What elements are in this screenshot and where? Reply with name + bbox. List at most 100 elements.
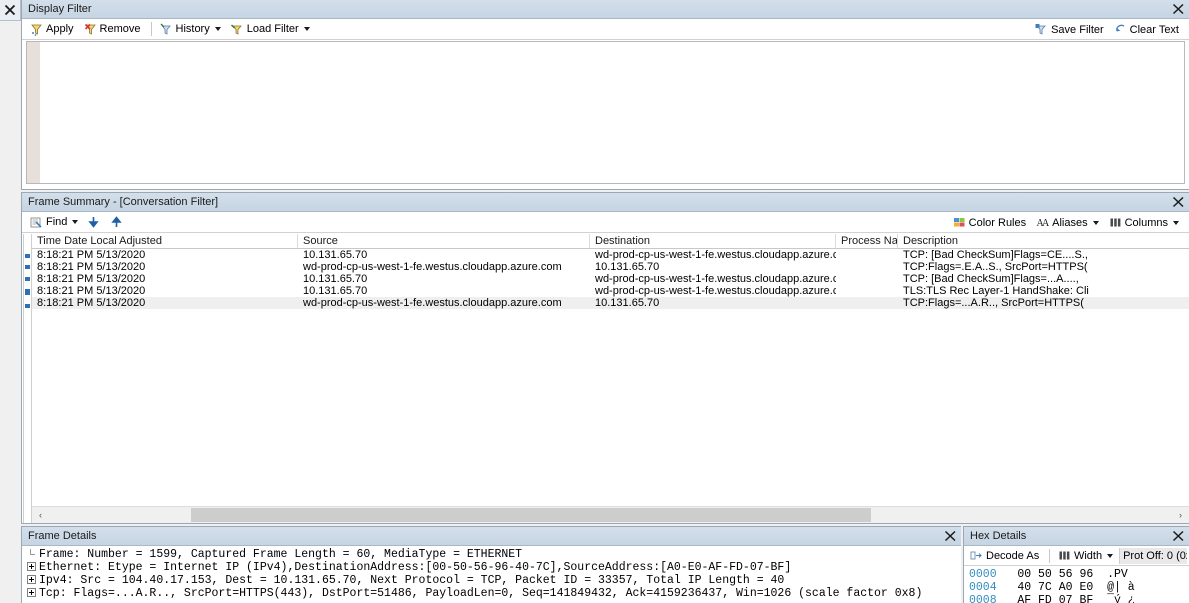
decode-as-button[interactable]: Decode As (966, 547, 1045, 564)
clear-text-button[interactable]: Clear Text (1110, 21, 1185, 38)
aliases-button[interactable]: A A Aliases (1032, 214, 1104, 231)
find-icon (30, 216, 43, 229)
width-button[interactable]: Width (1054, 547, 1119, 564)
close-icon (4, 4, 16, 16)
frame-summary-grid: Time Date Local Adjusted Source Destinat… (22, 234, 1189, 523)
cell-source: wd-prod-cp-us-west-1-fe.westus.cloudapp.… (303, 297, 562, 309)
svg-text:A: A (1042, 218, 1049, 229)
cell-destination: wd-prod-cp-us-west-1-fe.westus.cloudapp.… (595, 285, 836, 297)
tree-row[interactable]: Ethernet: Etype = Internet IP (IPv4),Des… (23, 561, 960, 574)
message-analyzer-window: Display Filter Apply Remove History Load… (0, 0, 1189, 603)
save-filter-button[interactable]: Save Filter (1031, 21, 1110, 38)
scroll-thumb[interactable] (191, 508, 871, 522)
apply-filter-button[interactable]: Apply (26, 21, 80, 38)
chevron-down-icon (1107, 553, 1114, 558)
cell-source: 10.131.65.70 (303, 273, 368, 285)
hex-offset: 0000 (969, 568, 997, 581)
cell-description: TLS:TLS Rec Layer-1 HandShake: Cli (903, 285, 1089, 297)
decode-as-label: Decode As (986, 549, 1040, 562)
column-header-destination[interactable]: Destination (590, 234, 836, 248)
aliases-icon: A A (1036, 216, 1051, 229)
column-header-process-name[interactable]: Process Name (836, 234, 898, 248)
expand-plus-icon[interactable] (27, 575, 36, 584)
arrow-up-icon (111, 215, 124, 229)
cell-time: 8:18:21 PM 5/13/2020 (37, 273, 146, 285)
hex-details-toolbar: Decode As Width Prot Off: 0 (0x00 (964, 546, 1189, 566)
column-header-description[interactable]: Description (898, 234, 1189, 248)
remove-filter-button[interactable]: Remove (80, 21, 147, 38)
cell-time: 8:18:21 PM 5/13/2020 (37, 261, 146, 273)
frame-details-title: Frame Details (28, 529, 97, 542)
color-rules-label: Color Rules (968, 216, 1027, 229)
close-icon (1172, 196, 1184, 208)
hex-ascii: @| à (1107, 581, 1135, 594)
cell-source: wd-prod-cp-us-west-1-fe.westus.cloudapp.… (303, 261, 562, 273)
find-button[interactable]: Find (26, 214, 84, 231)
hex-offset: 0004 (969, 581, 997, 594)
table-row-selected[interactable]: 8:18:21 PM 5/13/2020 wd-prod-cp-us-west-… (32, 297, 1189, 309)
tree-row-label: Frame: Number = 1599, Captured Frame Len… (39, 548, 523, 561)
frame-summary-vertical-scrollbar[interactable] (23, 234, 32, 523)
tree-row[interactable]: Ipv4: Src = 104.40.17.153, Dest = 10.131… (23, 574, 960, 587)
frame-details-tree[interactable]: Frame: Number = 1599, Captured Frame Len… (23, 547, 960, 603)
close-frame-summary-button[interactable] (1170, 194, 1187, 210)
frame-summary-header-row: Time Date Local Adjusted Source Destinat… (32, 234, 1189, 249)
display-filter-toolbar-right: Save Filter Clear Text (1031, 19, 1185, 40)
column-header-time[interactable]: Time Date Local Adjusted (32, 234, 298, 248)
expand-plus-icon[interactable] (27, 588, 36, 597)
cell-time: 8:18:21 PM 5/13/2020 (37, 297, 146, 309)
chevron-down-icon (72, 220, 79, 224)
decode-as-icon (970, 549, 983, 562)
find-previous-button[interactable] (107, 214, 130, 231)
close-display-filter-button[interactable] (1170, 1, 1187, 17)
table-row[interactable]: 8:18:21 PM 5/13/2020 wd-prod-cp-us-west-… (32, 261, 1189, 273)
frame-summary-horizontal-scrollbar[interactable]: ‹ › (32, 506, 1189, 523)
chevron-down-icon (303, 27, 310, 31)
tree-row-label: Ipv4: Src = 104.40.17.153, Dest = 10.131… (39, 574, 785, 587)
frame-details-panel: Frame Details Frame: Number = 1599, Capt… (21, 526, 961, 603)
hex-details-panel: Hex Details Decode As Width Prot Off: 0 … (963, 526, 1189, 603)
frame-summary-rows: 8:18:21 PM 5/13/2020 10.131.65.70 wd-pro… (32, 249, 1189, 506)
scroll-marker (25, 289, 30, 295)
columns-button[interactable]: Columns (1105, 214, 1185, 231)
cell-description: TCP: [Bad CheckSum]Flags=CE....S., (903, 249, 1088, 261)
hex-offset: 0008 (969, 594, 997, 603)
column-header-source[interactable]: Source (298, 234, 590, 248)
display-filter-toolbar: Apply Remove History Load Filter Save Fi… (22, 19, 1189, 40)
protocol-offset-field[interactable]: Prot Off: 0 (0x00 (1119, 547, 1187, 564)
cell-source: 10.131.65.70 (303, 285, 368, 297)
chevron-down-icon (1173, 220, 1179, 225)
frame-summary-toolbar-right: Color Rules A A Aliases Columns (949, 212, 1185, 233)
frame-summary-panel: Frame Summary - [Conversation Filter] Fi… (21, 192, 1189, 524)
close-hex-details-button[interactable] (1170, 528, 1187, 544)
close-display-filter-outer-button[interactable] (0, 0, 21, 21)
color-rules-button[interactable]: Color Rules (949, 214, 1032, 231)
table-row[interactable]: 8:18:21 PM 5/13/2020 10.131.65.70 wd-pro… (32, 285, 1189, 297)
table-row[interactable]: 8:18:21 PM 5/13/2020 10.131.65.70 wd-pro… (32, 249, 1189, 261)
aliases-label: Aliases (1052, 216, 1088, 229)
find-next-button[interactable] (84, 214, 107, 231)
scroll-right-button[interactable]: › (1172, 507, 1189, 523)
load-filter-button[interactable]: Load Filter (227, 21, 316, 38)
cell-process-name (836, 261, 898, 273)
filter-history-button[interactable]: History (156, 21, 227, 38)
tree-row[interactable]: Tcp: Flags=...A.R.., SrcPort=HTTPS(443),… (23, 587, 960, 600)
cell-description: TCP:Flags=.E.A..S., SrcPort=HTTPS( (903, 261, 1088, 273)
chevron-down-icon (214, 27, 221, 31)
hex-dump[interactable]: 0000 00 50 56 96 .PV 0004 40 7C A0 E0 @|… (965, 567, 1188, 603)
display-filter-editor[interactable] (26, 41, 1185, 184)
width-label: Width (1073, 549, 1103, 562)
table-row[interactable]: 8:18:21 PM 5/13/2020 10.131.65.70 wd-pro… (32, 273, 1189, 285)
scroll-left-button[interactable]: ‹ (32, 507, 49, 523)
tree-row-label: Tcp: Flags=...A.R.., SrcPort=HTTPS(443),… (39, 587, 923, 600)
tree-leaf-icon (27, 549, 36, 558)
tree-row[interactable]: Frame: Number = 1599, Captured Frame Len… (23, 548, 960, 561)
frame-summary-row-gutter (22, 234, 32, 523)
hex-row: 0000 00 50 56 96 .PV (969, 568, 1188, 581)
clear-text-icon (1114, 23, 1127, 36)
expand-plus-icon[interactable] (27, 562, 36, 571)
hex-bytes: AF FD 07 BF (1017, 594, 1094, 603)
close-frame-details-button[interactable] (942, 528, 959, 544)
hex-ascii: ¯ý ¿ (1107, 594, 1135, 603)
display-filter-input[interactable] (41, 42, 1184, 183)
